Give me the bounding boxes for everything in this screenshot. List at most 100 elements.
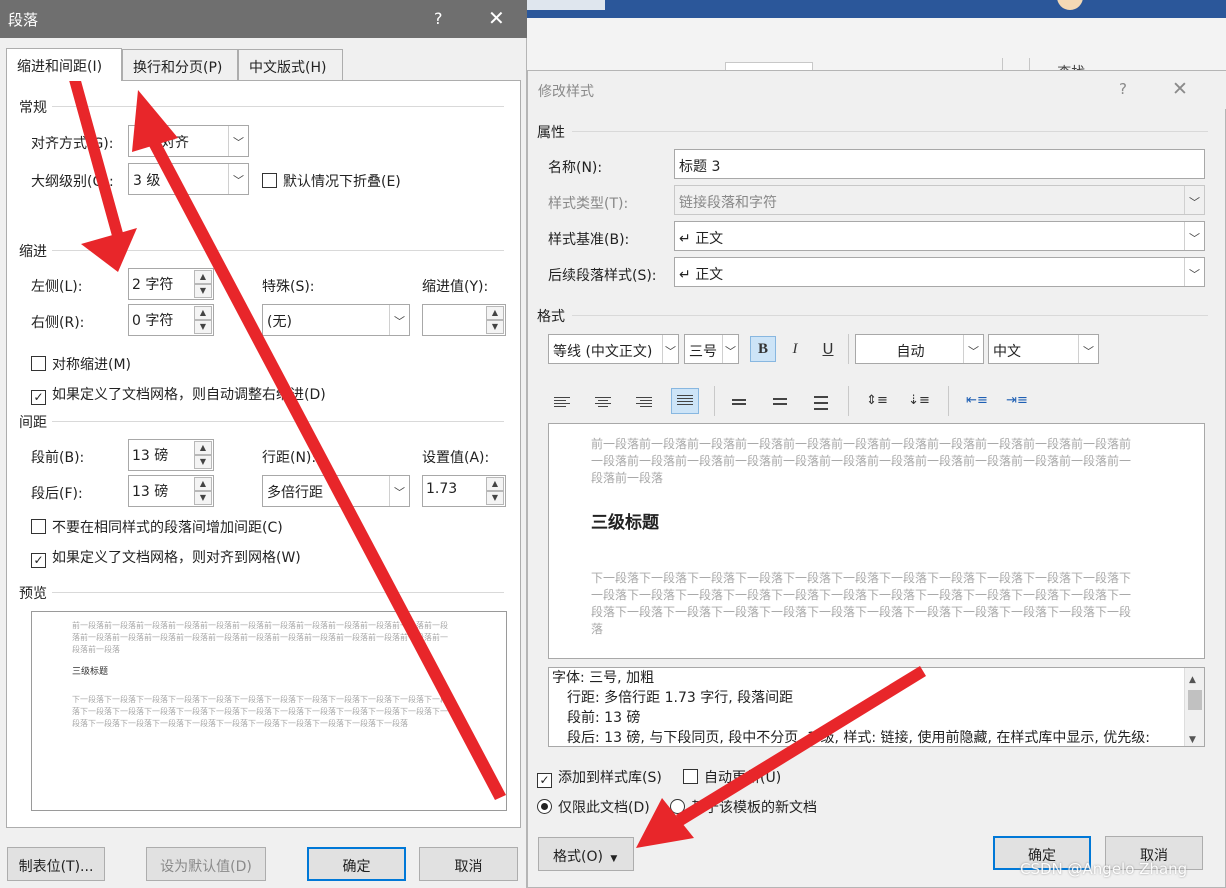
checkbox-box [31, 356, 46, 371]
style-name-label: 名称(N): [548, 160, 603, 176]
chevron-down-icon: ﹀ [963, 335, 983, 363]
description-line: 字体: 三号, 加粗 [552, 670, 655, 686]
description-scrollbar[interactable]: ▲ ▼ [1184, 668, 1204, 746]
radio-dot [670, 799, 685, 814]
spinner-buttons[interactable]: ▲ ▼ [486, 306, 504, 334]
spinner-buttons[interactable]: ▲ ▼ [194, 270, 212, 298]
indent-right-spinner[interactable]: 0 字符 ▲ ▼ [128, 304, 214, 336]
spacing-before-spinner[interactable]: 13 磅 ▲ ▼ [128, 439, 214, 471]
chevron-down-icon: ﹀ [389, 305, 409, 335]
indent-by-spinner[interactable]: ▲ ▼ [422, 304, 506, 336]
single-spacing-icon[interactable] [732, 399, 748, 411]
special-select[interactable]: (无) ﹀ [262, 304, 410, 336]
spinner-buttons[interactable]: ▲ ▼ [194, 477, 212, 505]
align-center-icon[interactable] [595, 397, 611, 409]
indent-left-spinner[interactable]: 2 字符 ▲ ▼ [128, 268, 214, 300]
title-strip-patch [527, 0, 605, 10]
scrollbar-thumb[interactable] [1188, 690, 1202, 710]
increase-indent-icon[interactable]: ⇥≡ [1004, 388, 1030, 414]
section-divider [52, 250, 504, 251]
special-value: (无) [267, 314, 292, 330]
user-avatar[interactable] [1057, 0, 1083, 10]
auto-update-checkbox[interactable]: 自动更新(U) [683, 767, 781, 787]
section-divider [52, 106, 504, 107]
italic-button[interactable]: I [782, 336, 808, 362]
tab-line-page-breaks[interactable]: 换行和分页(P) [122, 49, 238, 80]
auto-adjust-indent-checkbox[interactable]: ✓ 如果定义了文档网格，则自动调整右缩进(D) [31, 384, 326, 405]
toolbar-divider [848, 334, 849, 364]
description-line: 行距: 多倍行距 1.73 字行, 段落间距 [567, 690, 794, 706]
align-right-icon[interactable] [636, 397, 652, 409]
chevron-down-icon: ﹀ [1184, 258, 1204, 286]
justify-icon [677, 395, 693, 407]
double-spacing-icon[interactable] [814, 396, 830, 410]
snap-to-grid-checkbox[interactable]: ✓ 如果定义了文档网格，则对齐到网格(W) [31, 547, 301, 568]
based-on-label: 样式基准(B): [548, 232, 630, 248]
chevron-down-icon[interactable]: ▼ [1189, 730, 1196, 746]
close-icon[interactable]: ✕ [488, 6, 505, 30]
cancel-button[interactable]: 取消 [419, 847, 518, 881]
checkbox-box: ✓ [537, 773, 552, 788]
tab-asian-typography[interactable]: 中文版式(H) [238, 49, 343, 80]
ok-button[interactable]: 确定 [307, 847, 406, 881]
checkbox-box: ✓ [31, 390, 46, 405]
watermark: CSDN @Angelo Zhang [1020, 860, 1188, 878]
section-indentation: 缩进 [19, 244, 47, 260]
increase-paragraph-spacing-icon[interactable]: ⇕≡ [864, 388, 890, 414]
tab-indents-spacing[interactable]: 缩进和间距(I) [6, 48, 122, 81]
alignment-value: 两端对齐 [133, 135, 189, 151]
chevron-down-icon: ﹀ [1184, 186, 1204, 214]
format-menu-button[interactable]: 格式(O) ▼ [538, 837, 634, 871]
alignment-select[interactable]: 两端对齐 ﹀ [128, 125, 249, 157]
new-docs-template-radio[interactable]: 基于该模板的新文档 [670, 797, 817, 817]
style-type-select[interactable]: 链接段落和字符 ﹀ [674, 185, 1205, 215]
collapse-checkbox[interactable]: 默认情况下折叠(E) [262, 171, 401, 191]
no-space-same-style-checkbox[interactable]: 不要在相同样式的段落间增加间距(C) [31, 517, 283, 537]
close-icon[interactable]: ✕ [1172, 78, 1188, 100]
spinner-buttons[interactable]: ▲ ▼ [194, 306, 212, 334]
section-divider [52, 592, 504, 593]
set-default-button[interactable]: 设为默认值(D) [146, 847, 266, 881]
outline-level-select[interactable]: 3 级 ﹀ [128, 163, 249, 195]
spinner-buttons[interactable]: ▲ ▼ [486, 477, 504, 505]
spacing-after-spinner[interactable]: 13 磅 ▲ ▼ [128, 475, 214, 507]
align-left-icon[interactable] [554, 397, 570, 409]
based-on-select[interactable]: ↵ 正文 ﹀ [674, 221, 1205, 251]
tabs-button[interactable]: 制表位(T)... [7, 847, 105, 881]
language-select[interactable]: 中文 ﹀ [988, 334, 1099, 364]
help-icon[interactable]: ? [1119, 80, 1127, 98]
only-this-document-radio[interactable]: 仅限此文档(D) [537, 797, 650, 817]
spinner-buttons[interactable]: ▲ ▼ [194, 441, 212, 469]
font-color-select[interactable]: 自动 ﹀ [855, 334, 984, 364]
mirror-indent-checkbox[interactable]: 对称缩进(M) [31, 354, 131, 374]
line-spacing-select[interactable]: 多倍行距 ﹀ [262, 475, 410, 507]
bold-button[interactable]: B [750, 336, 776, 362]
font-select[interactable]: 等线 (中文正文) ﹀ [548, 334, 679, 364]
style-name-value: 标题 3 [679, 159, 721, 175]
outline-level-value: 3 级 [133, 173, 161, 189]
chevron-down-icon: ﹀ [722, 335, 738, 363]
style-type-value: 链接段落和字符 [679, 195, 777, 211]
justify-button[interactable] [671, 388, 699, 414]
modify-style-dialog: 修改样式 ? ✕ 属性 名称(N): 标题 3 样式类型(T): 链接段落和字符… [527, 70, 1226, 888]
decrease-paragraph-spacing-icon[interactable]: ⇣≡ [906, 388, 932, 414]
font-size-select[interactable]: 三号 ﹀ [684, 334, 739, 364]
one-half-spacing-icon[interactable] [773, 398, 789, 410]
line-spacing-at-value: 1.73 [426, 481, 458, 497]
dialog-title: 段落 [8, 11, 39, 29]
style-name-input[interactable]: 标题 3 [674, 149, 1205, 179]
dialog-title: 修改样式 [538, 84, 594, 100]
decrease-indent-icon[interactable]: ⇤≡ [964, 388, 990, 414]
section-properties: 属性 [537, 125, 565, 141]
help-icon[interactable]: ? [434, 9, 443, 28]
line-spacing-at-spinner[interactable]: 1.73 ▲ ▼ [422, 475, 506, 507]
chevron-down-icon: ﹀ [1078, 335, 1098, 363]
line-spacing-value: 多倍行距 [267, 485, 323, 501]
add-to-gallery-checkbox[interactable]: ✓ 添加到样式库(S) [537, 767, 662, 788]
section-preview: 预览 [19, 586, 47, 602]
underline-button[interactable]: U [815, 336, 841, 362]
toolbar-divider [948, 386, 949, 416]
format-button-label: 格式(O) [553, 849, 603, 865]
chevron-up-icon[interactable]: ▲ [1189, 670, 1196, 690]
following-style-select[interactable]: ↵ 正文 ﹀ [674, 257, 1205, 287]
